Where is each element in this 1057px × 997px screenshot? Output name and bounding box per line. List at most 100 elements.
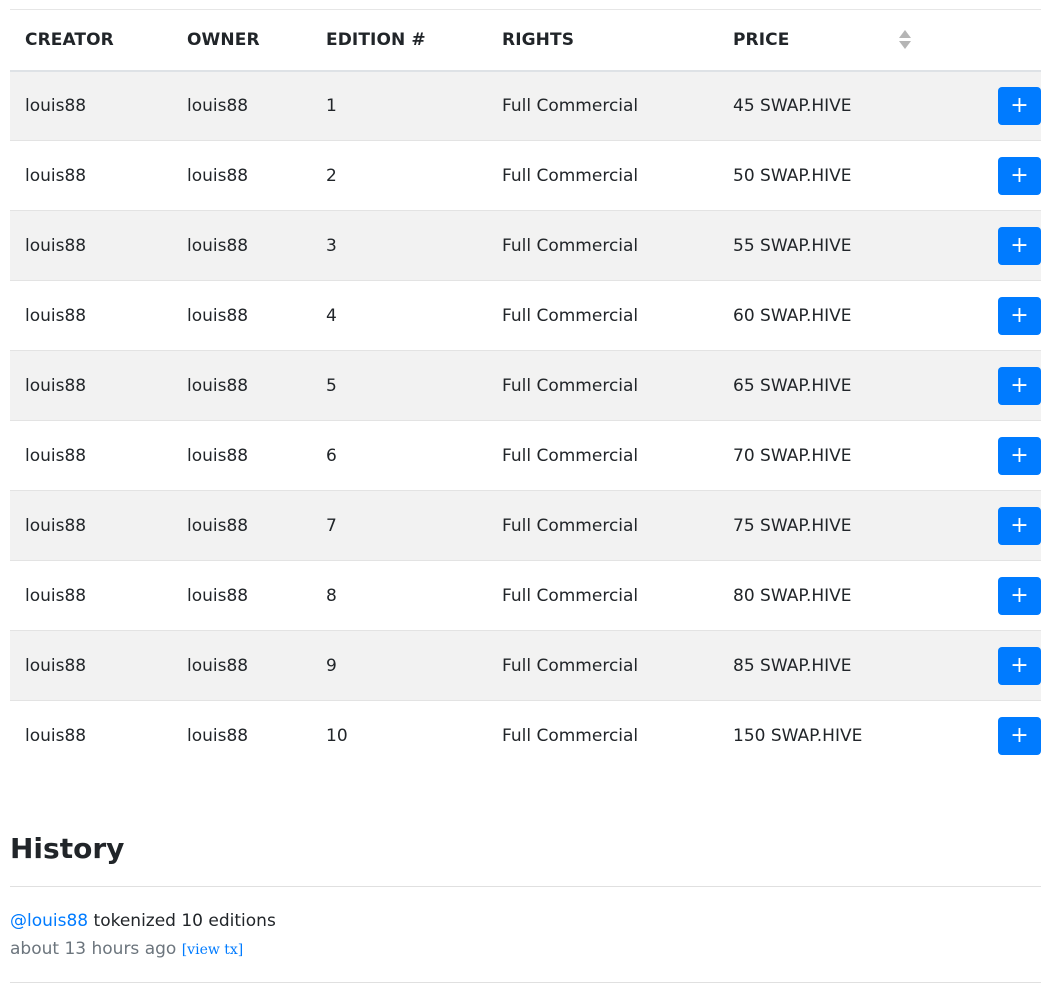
- sort-icon[interactable]: [898, 29, 912, 51]
- cell-creator: louis88: [25, 305, 87, 326]
- history-title: History: [10, 832, 125, 865]
- header-price: PRICE: [733, 29, 790, 50]
- history-bottom-divider: [10, 982, 1041, 983]
- table-row: louis88 louis88 3 Full Commercial 55 SWAP.HI…: [10, 210, 1041, 281]
- cell-edition: 9: [326, 655, 337, 676]
- cell-edition: 5: [326, 375, 337, 396]
- header-rights: RIGHTS: [502, 29, 575, 50]
- cell-rights: Full Commercial: [502, 655, 639, 676]
- table-row: louis88 louis88 2 Full Commercial 50 SWAP.HI…: [10, 140, 1041, 211]
- cell-creator: louis88: [25, 445, 87, 466]
- add-edition-button[interactable]: +: [998, 86, 1041, 125]
- cell-action: +: [898, 561, 1041, 631]
- cell-price: 65 SWAP.HIVE: [733, 375, 852, 396]
- cell-rights: Full Commercial: [502, 585, 639, 606]
- table-row: louis88 louis88 4 Full Commercial 60 SWAP.HI…: [10, 280, 1041, 351]
- cell-creator: louis88: [25, 725, 87, 746]
- cell-owner: louis88: [187, 95, 249, 116]
- add-edition-button[interactable]: +: [998, 436, 1041, 475]
- history-entry-meta: about 13 hours ago [view tx]: [10, 934, 1041, 965]
- cell-rights: Full Commercial: [502, 445, 639, 466]
- add-edition-button[interactable]: +: [998, 226, 1041, 265]
- cell-action: +: [898, 631, 1041, 701]
- cell-rights: Full Commercial: [502, 725, 639, 746]
- cell-rights: Full Commercial: [502, 95, 639, 116]
- cell-price: 55 SWAP.HIVE: [733, 235, 852, 256]
- cell-edition: 1: [326, 95, 337, 116]
- cell-action: +: [898, 281, 1041, 351]
- header-edition: EDITION #: [326, 29, 426, 50]
- table-row: louis88 louis88 9 Full Commercial 85 SWAP.HI…: [10, 630, 1041, 701]
- view-tx-link[interactable]: [view tx]: [182, 942, 244, 958]
- table-row: louis88 louis88 1 Full Commercial 45 SWAP.HI…: [10, 70, 1041, 141]
- add-edition-button[interactable]: +: [998, 366, 1041, 405]
- cell-owner: louis88: [187, 655, 249, 676]
- cell-owner: louis88: [187, 445, 249, 466]
- cell-rights: Full Commercial: [502, 165, 639, 186]
- cell-owner: louis88: [187, 585, 249, 606]
- table-row: louis88 louis88 6 Full Commercial 70 SWAP.HI…: [10, 420, 1041, 491]
- cell-price: 70 SWAP.HIVE: [733, 445, 852, 466]
- cell-rights: Full Commercial: [502, 375, 639, 396]
- cell-price: 50 SWAP.HIVE: [733, 165, 852, 186]
- cell-owner: louis88: [187, 725, 249, 746]
- header-sort: [898, 10, 1041, 71]
- table-row: louis88 louis88 8 Full Commercial 80 SWAP.HI…: [10, 560, 1041, 631]
- add-edition-button[interactable]: +: [998, 716, 1041, 755]
- history-user-link[interactable]: @louis88: [10, 911, 88, 931]
- table-row: louis88 louis88 5 Full Commercial 65 SWAP.HI…: [10, 350, 1041, 421]
- cell-action: +: [898, 421, 1041, 491]
- cell-rights: Full Commercial: [502, 305, 639, 326]
- cell-action: +: [898, 141, 1041, 211]
- cell-edition: 7: [326, 515, 337, 536]
- cell-price: 150 SWAP.HIVE: [733, 725, 863, 746]
- table-row: louis88 louis88 7 Full Commercial 75 SWAP.HI…: [10, 490, 1041, 561]
- cell-edition: 3: [326, 235, 337, 256]
- cell-owner: louis88: [187, 165, 249, 186]
- table-row: louis88 louis88 10 Full Commercial 150 SWAP.…: [10, 700, 1041, 771]
- cell-rights: Full Commercial: [502, 235, 639, 256]
- cell-edition: 8: [326, 585, 337, 606]
- cell-price: 75 SWAP.HIVE: [733, 515, 852, 536]
- cell-price: 85 SWAP.HIVE: [733, 655, 852, 676]
- editions-table-container: CREATOR OWNER EDITION # RIGHTS PRICE lou…: [10, 9, 1041, 771]
- cell-action: +: [898, 491, 1041, 561]
- history-entry: @louis88 tokenized 10 editions about 13 …: [10, 887, 1041, 965]
- cell-owner: louis88: [187, 515, 249, 536]
- cell-price: 80 SWAP.HIVE: [733, 585, 852, 606]
- history-section: History @louis88 tokenized 10 editions a…: [10, 829, 1041, 983]
- cell-creator: louis88: [25, 235, 87, 256]
- add-edition-button[interactable]: +: [998, 646, 1041, 685]
- header-creator: CREATOR: [25, 29, 114, 50]
- cell-edition: 2: [326, 165, 337, 186]
- cell-action: +: [898, 701, 1041, 771]
- cell-action: +: [898, 211, 1041, 281]
- cell-creator: louis88: [25, 165, 87, 186]
- add-edition-button[interactable]: +: [998, 576, 1041, 615]
- cell-edition: 4: [326, 305, 337, 326]
- cell-edition: 10: [326, 725, 348, 746]
- cell-creator: louis88: [25, 655, 87, 676]
- header-owner: OWNER: [187, 29, 260, 50]
- cell-price: 45 SWAP.HIVE: [733, 95, 852, 116]
- history-entry-line: @louis88 tokenized 10 editions: [10, 908, 1041, 934]
- cell-creator: louis88: [25, 585, 87, 606]
- add-edition-button[interactable]: +: [998, 296, 1041, 335]
- table-header-row: CREATOR OWNER EDITION # RIGHTS PRICE: [10, 9, 1041, 71]
- add-edition-button[interactable]: +: [998, 156, 1041, 195]
- cell-action: +: [898, 351, 1041, 421]
- cell-creator: louis88: [25, 515, 87, 536]
- cell-owner: louis88: [187, 235, 249, 256]
- add-edition-button[interactable]: +: [998, 506, 1041, 545]
- cell-owner: louis88: [187, 375, 249, 396]
- cell-edition: 6: [326, 445, 337, 466]
- cell-owner: louis88: [187, 305, 249, 326]
- cell-price: 60 SWAP.HIVE: [733, 305, 852, 326]
- cell-rights: Full Commercial: [502, 515, 639, 536]
- cell-creator: louis88: [25, 95, 87, 116]
- cell-creator: louis88: [25, 375, 87, 396]
- editions-table: CREATOR OWNER EDITION # RIGHTS PRICE lou…: [10, 9, 1041, 771]
- history-action: tokenized 10 editions: [88, 911, 276, 931]
- history-time: about 13 hours ago: [10, 939, 177, 959]
- cell-action: +: [898, 71, 1041, 141]
